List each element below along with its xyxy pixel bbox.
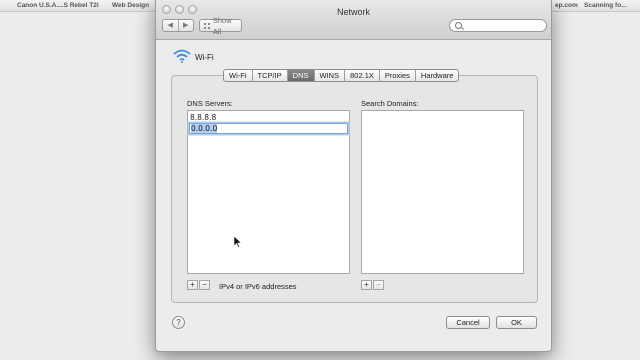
search-icon [455, 22, 462, 29]
ok-button[interactable]: OK [496, 316, 537, 329]
tab-proxies[interactable]: Proxies [380, 70, 416, 81]
back-button[interactable]: ◀ [163, 20, 179, 31]
address-hint: IPv4 or IPv6 addresses [219, 282, 297, 291]
bookmark-item[interactable]: Canon U.S.A....S Rebel T2i [17, 2, 99, 9]
show-all-button[interactable]: Show All [199, 16, 242, 36]
dns-server-edit-field[interactable]: 0.0.0.0 [189, 123, 348, 134]
back-forward-control: ◀ ▶ [162, 19, 194, 32]
tab-dns[interactable]: DNS [287, 70, 315, 81]
tab-8021x[interactable]: 802.1X [345, 70, 380, 81]
wifi-icon [173, 49, 191, 63]
dns-server-row[interactable]: 8.8.8.8 [189, 113, 348, 123]
bookmark-item[interactable]: Web Design [112, 2, 149, 9]
mouse-pointer-icon [234, 236, 242, 248]
add-dns-server-button[interactable]: + [187, 280, 198, 290]
help-button[interactable]: ? [172, 316, 185, 329]
tab-tcpip[interactable]: TCP/IP [253, 70, 288, 81]
remove-dns-server-button[interactable]: − [199, 280, 210, 290]
dns-servers-label: DNS Servers: [187, 99, 233, 108]
add-search-domain-button[interactable]: + [361, 280, 372, 290]
network-preferences-window: Network ◀ ▶ Show All Wi-Fi DNS Servers: … [155, 0, 552, 352]
bookmark-item[interactable]: ep.com [555, 2, 578, 9]
show-all-label: Show All [212, 15, 232, 36]
search-domains-list[interactable] [361, 110, 524, 274]
tab-bar: Wi-Fi TCP/IP DNS WINS 802.1X Proxies Har… [223, 69, 460, 82]
dns-server-value: 8.8.8.8 [190, 113, 217, 122]
tab-hardware[interactable]: Hardware [416, 70, 459, 81]
title-bar: Network ◀ ▶ Show All [156, 0, 551, 40]
grid-icon [204, 22, 210, 29]
tab-wins[interactable]: WINS [315, 70, 346, 81]
dns-servers-list[interactable]: 8.8.8.8 0.0.0.0 [187, 110, 350, 274]
bookmark-item[interactable]: Scanning fo... [584, 2, 627, 9]
interface-name: Wi-Fi [195, 53, 214, 62]
tab-wifi[interactable]: Wi-Fi [224, 70, 253, 81]
forward-button[interactable]: ▶ [179, 20, 194, 31]
search-input[interactable] [449, 19, 547, 32]
dns-server-value: 0.0.0.0 [191, 124, 218, 133]
remove-search-domain-button[interactable]: − [373, 280, 384, 290]
search-domains-label: Search Domains: [361, 99, 419, 108]
cancel-button[interactable]: Cancel [446, 316, 490, 329]
tab-panel: DNS Servers: 8.8.8.8 0.0.0.0 Search Doma… [171, 75, 538, 303]
